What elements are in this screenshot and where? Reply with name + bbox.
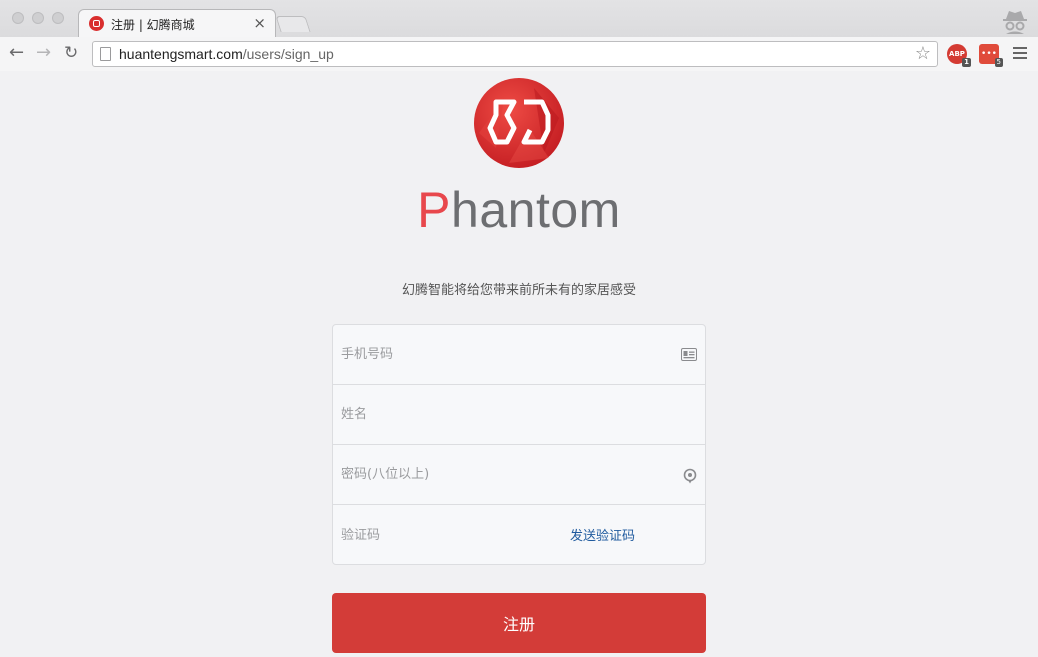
signup-form: 发送验证码 [332, 324, 706, 565]
password-input[interactable] [333, 445, 705, 504]
adblock-badge: 1 [962, 58, 971, 67]
url-path: /users/sign_up [242, 46, 334, 62]
signup-page: Phantom 幻腾智能将给您带来前所未有的家居感受 手机号码 姓名 验证码 发… [0, 71, 1038, 657]
tab-close-icon[interactable]: × [253, 14, 266, 32]
url-host: huantengsmart.com [119, 46, 243, 62]
verification-code-input[interactable] [333, 505, 705, 565]
send-code-link[interactable]: 发送验证码 [570, 525, 635, 544]
phantom-logo-icon [474, 78, 564, 168]
browser-toolbar: ← → ↻ huantengsmart.com/users/sign_up ☆ … [0, 37, 1038, 71]
url-text[interactable]: huantengsmart.com/users/sign_up [119, 46, 334, 62]
browser-chrome: 注册 | 幻腾商城 × ← → ↻ huantengsmart.com/user… [0, 0, 1038, 71]
signup-button[interactable]: 注册 [332, 593, 706, 653]
phone-input[interactable] [333, 325, 705, 384]
forward-arrow-icon[interactable]: → [36, 43, 51, 63]
tagline: 幻腾智能将给您带来前所未有的家居感受 [401, 283, 636, 298]
brand-first-letter: P [417, 182, 452, 238]
tab-title: 注册 | 幻腾商城 [111, 18, 195, 32]
back-arrow-icon[interactable]: ← [9, 43, 24, 63]
code-field-row: 发送验证码 [333, 505, 705, 565]
contact-card-icon [681, 348, 697, 361]
adblock-label: ABP [949, 50, 965, 58]
new-tab-button[interactable] [275, 16, 311, 32]
phone-field-row [333, 325, 705, 385]
password-eye-icon[interactable] [683, 468, 697, 484]
brand-name: Phantom [0, 181, 1038, 239]
address-bar[interactable]: huantengsmart.com/users/sign_up ☆ [92, 41, 938, 67]
incognito-icon [1003, 11, 1027, 34]
minimize-window-button[interactable] [32, 12, 44, 24]
extension-badge: 5 [994, 58, 1003, 67]
password-field-row [333, 445, 705, 505]
page-icon [100, 47, 111, 61]
window-controls [12, 12, 64, 24]
brand-rest: hantom [451, 182, 621, 238]
browser-menu-icon[interactable] [1013, 47, 1027, 62]
extension-icon[interactable]: ••• 5 [979, 44, 1003, 67]
close-window-button[interactable] [12, 12, 24, 24]
extension-label: ••• [981, 49, 997, 59]
reload-icon[interactable]: ↻ [64, 43, 78, 63]
bookmark-star-icon[interactable]: ☆ [915, 43, 931, 64]
name-input[interactable] [333, 385, 705, 444]
name-field-row [333, 385, 705, 445]
browser-tab[interactable]: 注册 | 幻腾商城 × [78, 9, 276, 37]
adblock-extension-icon[interactable]: ABP 1 [947, 44, 971, 67]
zoom-window-button[interactable] [52, 12, 64, 24]
favicon-icon [89, 16, 104, 31]
